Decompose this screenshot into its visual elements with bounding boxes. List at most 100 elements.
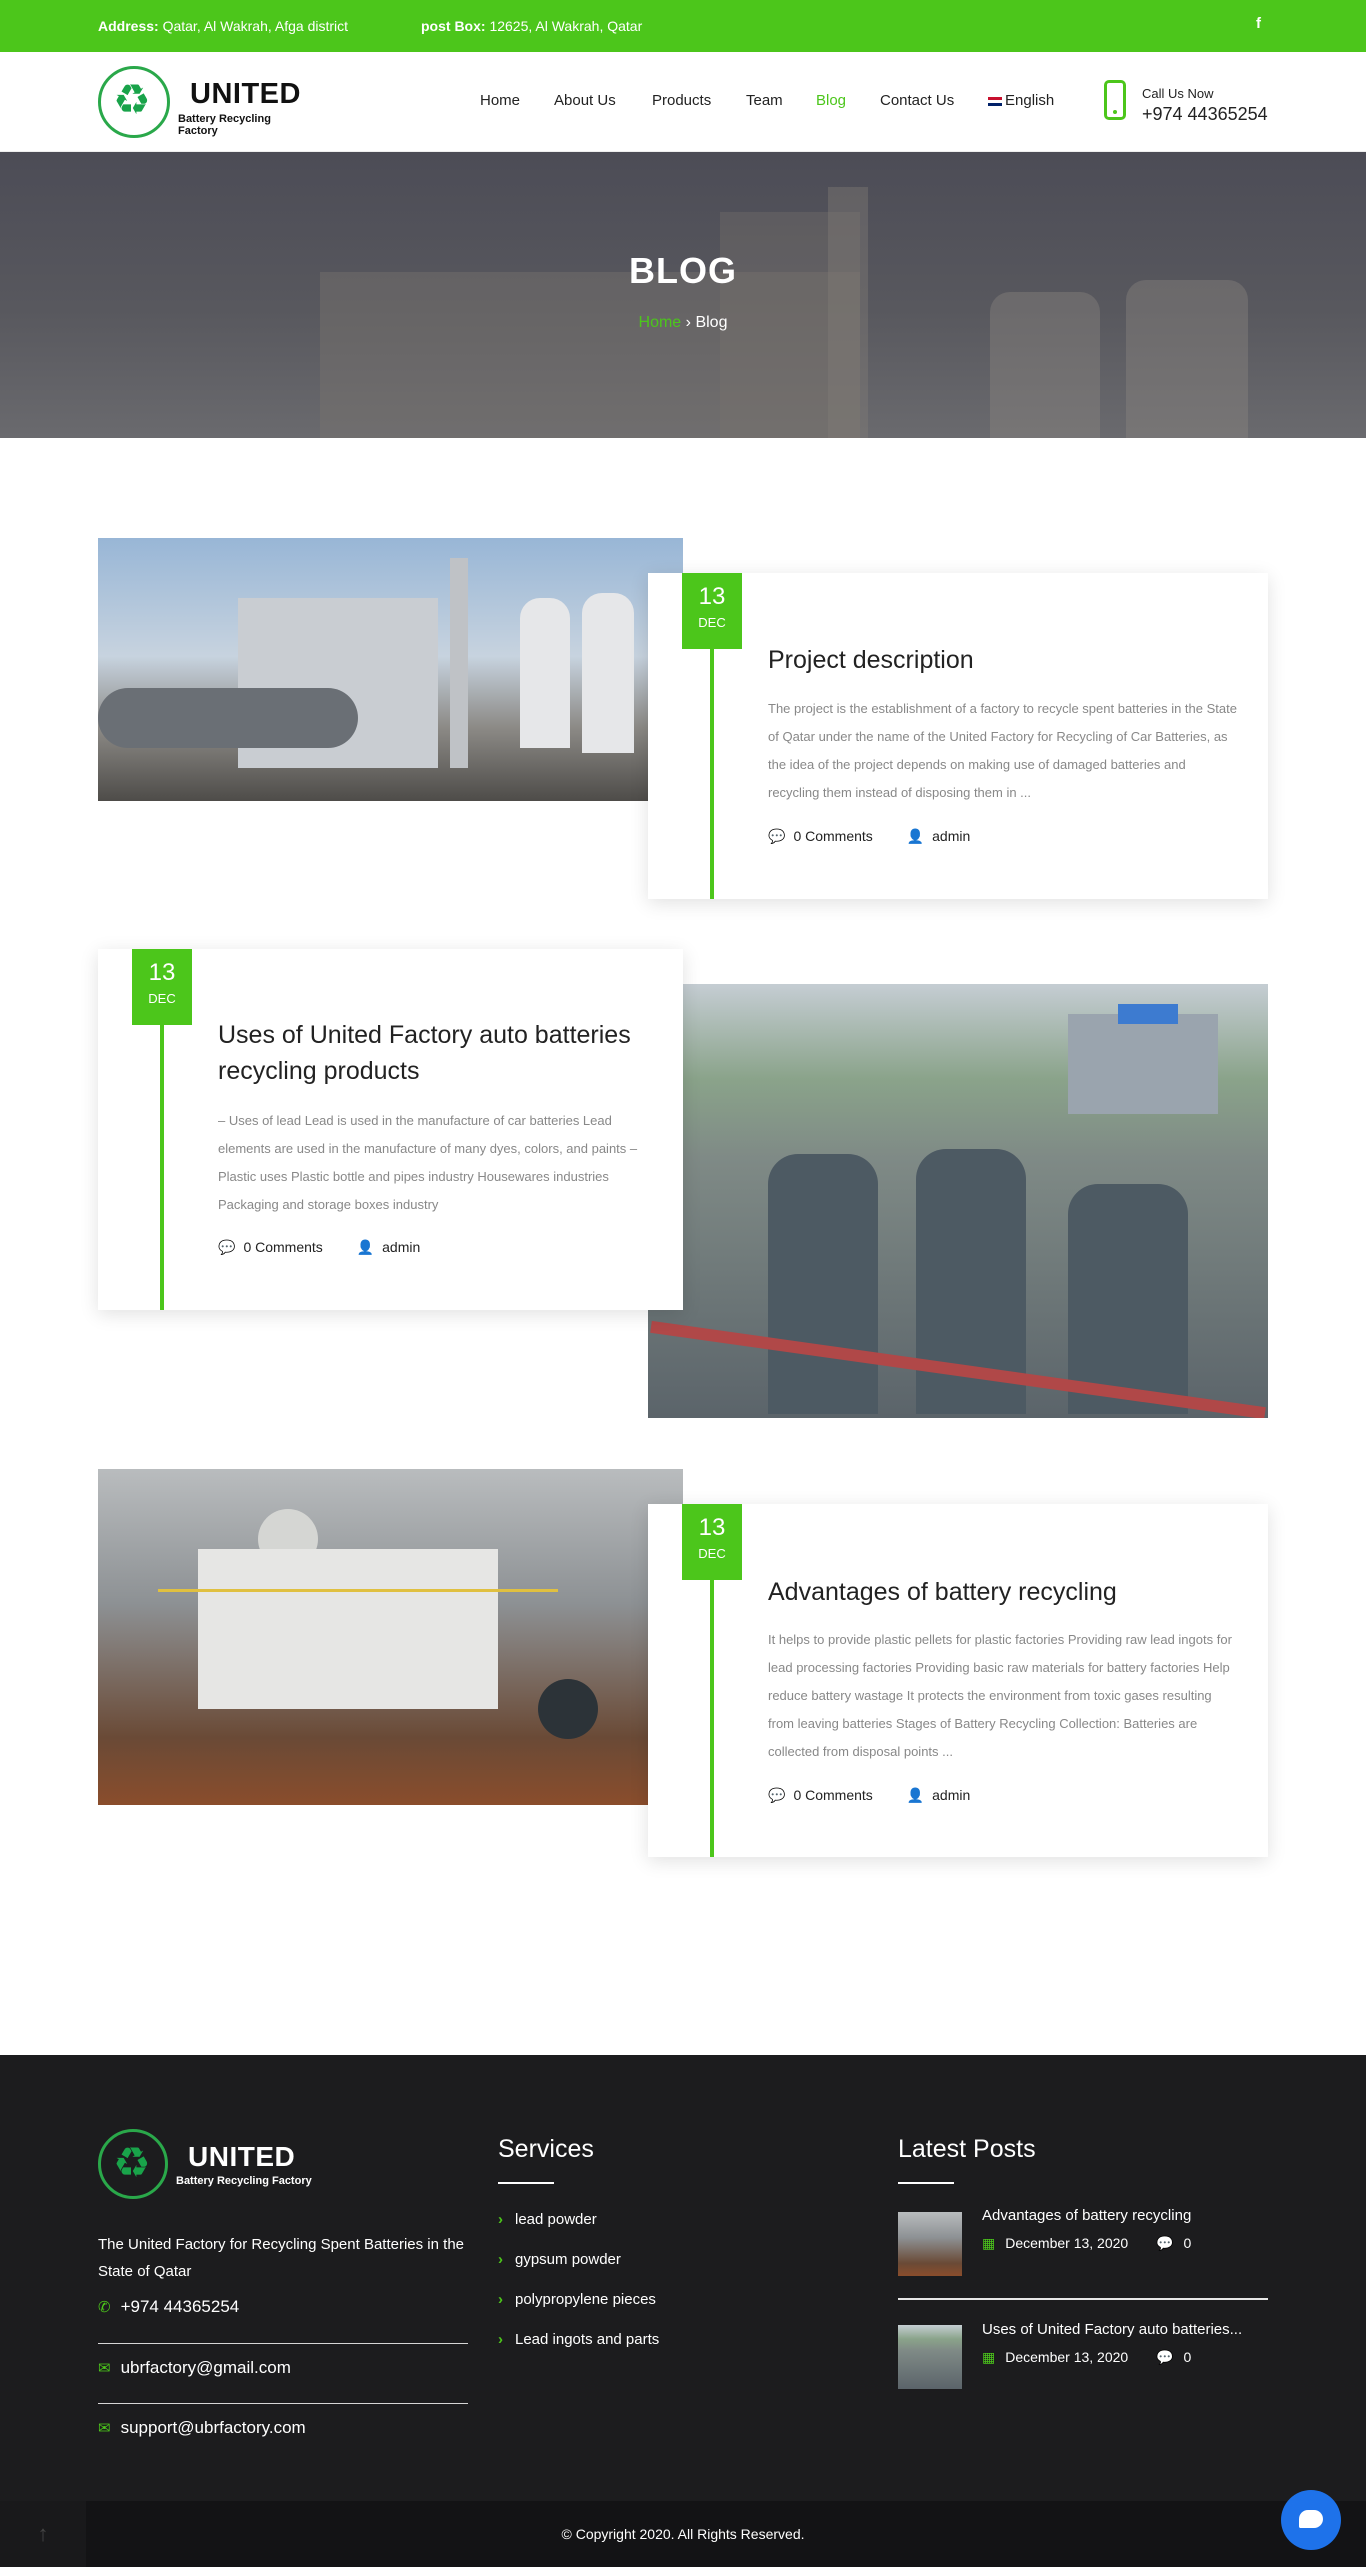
service-label: polypropylene pieces	[515, 2291, 656, 2308]
footer-email-2[interactable]: ✉ support@ubrfactory.com	[98, 2418, 468, 2438]
post-2-card: 13 DEC Uses of United Factory auto batte…	[98, 949, 683, 1310]
services-underline	[498, 2182, 554, 2184]
post-1-meta: 💬 0 Comments 👤 admin	[768, 828, 970, 845]
user-icon: 👤	[906, 828, 925, 844]
footer-about: The United Factory for Recycling Spent B…	[98, 2236, 465, 2280]
address: Address: Qatar, Al Wakrah, Afga district	[98, 18, 348, 34]
latest-post-1-thumb[interactable]	[898, 2212, 962, 2276]
post-1-card: 13 DEC Project description The project i…	[648, 573, 1268, 899]
post-3-meta: 💬 0 Comments 👤 admin	[768, 1787, 970, 1804]
post-3-image[interactable]	[98, 1469, 683, 1805]
post-2-day: 13	[148, 959, 176, 986]
postbox-label: post Box:	[421, 18, 486, 34]
footer-email-2-value: support@ubrfactory.com	[120, 2418, 306, 2437]
call-label: Call Us Now	[1142, 86, 1214, 101]
footer-brand-tagline: Battery Recycling Factory	[176, 2175, 312, 2187]
post-3-month: DEC	[698, 1546, 726, 1561]
services-title: Services	[498, 2135, 594, 2163]
post-2-excerpt: – Uses of lead Lead is used in the manuf…	[218, 1113, 638, 1212]
service-item[interactable]: › gypsum powder	[498, 2251, 621, 2268]
service-item[interactable]: › Lead ingots and parts	[498, 2331, 659, 2348]
post-2-title[interactable]: Uses of United Factory auto batteries re…	[218, 1017, 658, 1089]
nav-team[interactable]: Team	[746, 92, 783, 109]
chevron-right-icon: ›	[498, 2251, 503, 2268]
hero-background-tank	[1126, 280, 1248, 438]
phone-icon: ✆	[98, 2299, 111, 2316]
uk-flag-icon	[988, 96, 1002, 106]
footer-email-1-value: ubrfactory@gmail.com	[120, 2358, 291, 2377]
copyright-bar: © Copyright 2020. All Rights Reserved.	[0, 2501, 1366, 2567]
nav-contact-us[interactable]: Contact Us	[880, 92, 954, 109]
user-icon: 👤	[906, 1787, 925, 1803]
post-1-comments[interactable]: 0 Comments	[793, 828, 872, 844]
latest-post-2-title[interactable]: Uses of United Factory auto batteries...	[982, 2321, 1242, 2338]
footer-email-1[interactable]: ✉ ubrfactory@gmail.com	[98, 2358, 468, 2378]
latest-posts-divider	[898, 2298, 1268, 2300]
comment-icon: 💬	[1156, 2349, 1174, 2365]
chat-bubble-icon[interactable]	[1281, 2490, 1341, 2550]
nav-about-us[interactable]: About Us	[554, 92, 616, 109]
post-3-comments[interactable]: 0 Comments	[793, 1787, 872, 1803]
calendar-icon: ▦	[982, 2235, 996, 2251]
post-3-card: 13 DEC Advantages of battery recycling I…	[648, 1504, 1268, 1857]
post-1-excerpt: The project is the establishment of a fa…	[768, 701, 1237, 800]
service-label: Lead ingots and parts	[515, 2331, 660, 2348]
page-title: BLOG	[629, 250, 737, 291]
post-1-image[interactable]	[98, 538, 683, 801]
breadcrumb-home[interactable]: Home	[639, 314, 682, 331]
address-value: Qatar, Al Wakrah, Afga district	[162, 18, 349, 34]
footer-phone[interactable]: ✆ +974 44365254	[98, 2297, 468, 2317]
latest-post-2-thumb[interactable]	[898, 2325, 962, 2389]
site-footer: ♻ UNITED Battery Recycling Factory The U…	[0, 2055, 1366, 2501]
comment-icon: 💬	[768, 828, 786, 844]
top-bar: Address: Qatar, Al Wakrah, Afga district…	[0, 0, 1366, 52]
envelope-icon: ✉	[98, 2360, 111, 2377]
post-2-comments[interactable]: 0 Comments	[243, 1239, 322, 1255]
footer-logo[interactable]: ♻ UNITED Battery Recycling Factory	[98, 2129, 318, 2199]
service-item[interactable]: › lead powder	[498, 2211, 597, 2228]
latest-post-1-title[interactable]: Advantages of battery recycling	[982, 2207, 1191, 2224]
post-1-author[interactable]: admin	[932, 828, 970, 844]
post-2-image[interactable]	[648, 984, 1268, 1418]
chevron-right-icon: ›	[498, 2331, 503, 2348]
post-3-date: 13 DEC	[682, 1504, 742, 1580]
latest-post-1-date: December 13, 2020	[1005, 2235, 1129, 2251]
latest-post-2-comments: 0	[1183, 2349, 1192, 2365]
footer-brand-name: UNITED	[188, 2141, 296, 2172]
post-3-author[interactable]: admin	[932, 1787, 970, 1803]
facebook-icon[interactable]: f	[1256, 15, 1261, 32]
nav-home[interactable]: Home	[480, 92, 520, 109]
post-2-author[interactable]: admin	[382, 1239, 420, 1255]
post-3-title[interactable]: Advantages of battery recycling	[768, 1574, 1228, 1610]
post-2-meta: 💬 0 Comments 👤 admin	[218, 1239, 420, 1256]
recycle-icon: ♻	[98, 66, 170, 138]
nav-blog[interactable]: Blog	[816, 92, 846, 109]
language-selector[interactable]: English	[988, 92, 1054, 109]
nav-products[interactable]: Products	[652, 92, 711, 109]
chevron-right-icon: ›	[685, 314, 691, 331]
comment-icon: 💬	[1156, 2235, 1174, 2251]
post-3-day: 13	[698, 1514, 726, 1541]
arrow-up-icon[interactable]: ↑	[0, 2501, 86, 2567]
site-header: ♻ UNITED Battery Recycling Factory Home …	[0, 52, 1366, 152]
user-icon: 👤	[356, 1239, 375, 1255]
page-hero: BLOG Home › Blog	[0, 152, 1366, 438]
footer-divider	[98, 2403, 468, 2404]
latest-posts-underline	[898, 2182, 954, 2184]
brand-tagline: Battery Recycling Factory	[178, 113, 271, 137]
service-item[interactable]: › polypropylene pieces	[498, 2291, 656, 2308]
latest-post-2-date: December 13, 2020	[1005, 2349, 1129, 2365]
post-3-excerpt: It helps to provide plastic pellets for …	[768, 1632, 1232, 1759]
call-us[interactable]: Call Us Now +974 44365254	[1104, 80, 1304, 128]
post-1-title[interactable]: Project description	[768, 642, 1228, 678]
post-1-day: 13	[698, 583, 726, 610]
post-1-date: 13 DEC	[682, 573, 742, 649]
site-logo[interactable]: ♻ UNITED Battery Recycling Factory	[98, 66, 308, 138]
footer-phone-value: +974 44365254	[120, 2297, 240, 2316]
postbox-value: 12625, Al Wakrah, Qatar	[489, 18, 643, 34]
recycle-icon: ♻	[98, 2129, 168, 2199]
chevron-right-icon: ›	[498, 2291, 503, 2308]
postbox: post Box: 12625, Al Wakrah, Qatar	[421, 18, 642, 34]
post-2-month: DEC	[148, 991, 176, 1006]
chevron-right-icon: ›	[498, 2211, 503, 2228]
